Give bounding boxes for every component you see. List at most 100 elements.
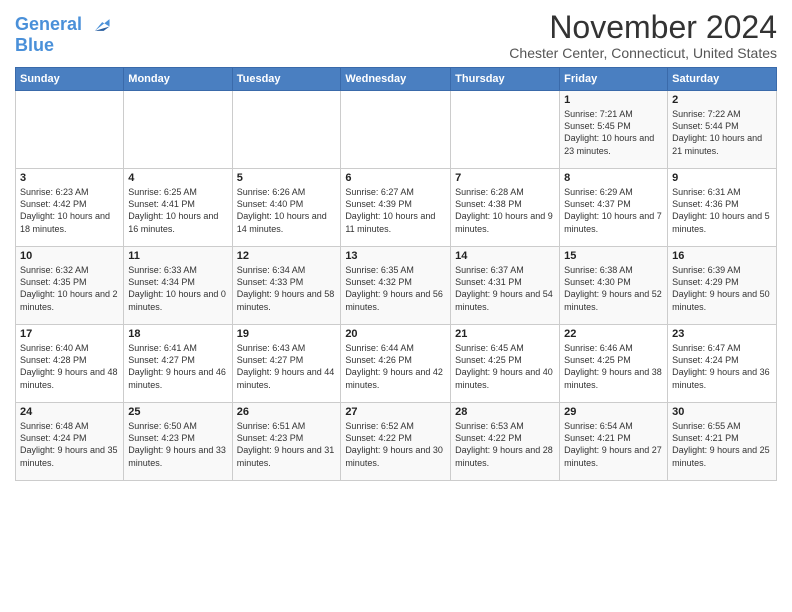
calendar-cell: 7Sunrise: 6:28 AM Sunset: 4:38 PM Daylig… bbox=[451, 169, 560, 247]
calendar-cell: 21 Sunrise: 6:45 AM Sunset: 4:25 PM Dayli… bbox=[451, 325, 560, 403]
day-info: Sunrise: 7:22 AM Sunset: 5:44 PM Dayligh… bbox=[672, 108, 772, 157]
calendar-cell: 3 Sunrise: 6:23 AM Sunset: 4:42 PM Daylig… bbox=[16, 169, 124, 247]
day-number: 14 bbox=[455, 250, 555, 262]
sub-title: Chester Center, Connecticut, United Stat… bbox=[509, 45, 777, 61]
calendar-cell: 26 Sunrise: 6:51 AM Sunset: 4:23 PM Dayli… bbox=[232, 403, 341, 481]
day-info: Sunrise: 6:35 AM Sunset: 4:32 PM Dayligh… bbox=[345, 264, 446, 313]
calendar-header-sunday: Sunday bbox=[16, 68, 124, 91]
header-area: General Blue November 2024 Chester Cente… bbox=[15, 10, 777, 61]
calendar-week-3: 17 Sunrise: 6:40 AM Sunset: 4:28 PM Dayli… bbox=[16, 325, 777, 403]
day-info: Sunrise: 6:50 AM Sunset: 4:23 PM Dayligh… bbox=[128, 420, 227, 469]
day-info: Sunrise: 6:32 AM Sunset: 4:35 PM Dayligh… bbox=[20, 264, 119, 313]
day-info: Sunrise: 6:23 AM Sunset: 4:42 PM Dayligh… bbox=[20, 186, 119, 235]
calendar-cell: 20Sunrise: 6:44 AM Sunset: 4:26 PM Dayli… bbox=[341, 325, 451, 403]
day-info: Sunrise: 6:45 AM Sunset: 4:25 PM Dayligh… bbox=[455, 342, 555, 391]
calendar-cell: 28 Sunrise: 6:53 AM Sunset: 4:22 PM Dayli… bbox=[451, 403, 560, 481]
day-number: 29 bbox=[564, 406, 663, 418]
day-info: Sunrise: 6:46 AM Sunset: 4:25 PM Dayligh… bbox=[564, 342, 663, 391]
calendar-cell: 10 Sunrise: 6:32 AM Sunset: 4:35 PM Dayli… bbox=[16, 247, 124, 325]
day-number: 19 bbox=[237, 328, 337, 340]
page: General Blue November 2024 Chester Cente… bbox=[0, 0, 792, 612]
calendar-week-1: 3 Sunrise: 6:23 AM Sunset: 4:42 PM Daylig… bbox=[16, 169, 777, 247]
day-number: 24 bbox=[20, 406, 119, 418]
calendar-cell: 19Sunrise: 6:43 AM Sunset: 4:27 PM Dayli… bbox=[232, 325, 341, 403]
day-number: 5 bbox=[237, 172, 337, 184]
day-info: Sunrise: 6:53 AM Sunset: 4:22 PM Dayligh… bbox=[455, 420, 555, 469]
calendar-cell: 11 Sunrise: 6:33 AM Sunset: 4:34 PM Dayli… bbox=[124, 247, 232, 325]
calendar-header-row: SundayMondayTuesdayWednesdayThursdayFrid… bbox=[16, 68, 777, 91]
day-info: Sunrise: 6:37 AM Sunset: 4:31 PM Dayligh… bbox=[455, 264, 555, 313]
day-info: Sunrise: 6:25 AM Sunset: 4:41 PM Dayligh… bbox=[128, 186, 227, 235]
calendar-cell: 4 Sunrise: 6:25 AM Sunset: 4:41 PM Daylig… bbox=[124, 169, 232, 247]
day-info: Sunrise: 6:33 AM Sunset: 4:34 PM Dayligh… bbox=[128, 264, 227, 313]
day-number: 25 bbox=[128, 406, 227, 418]
calendar-cell bbox=[341, 91, 451, 169]
calendar-cell: 12Sunrise: 6:34 AM Sunset: 4:33 PM Dayli… bbox=[232, 247, 341, 325]
day-number: 28 bbox=[455, 406, 555, 418]
day-number: 8 bbox=[564, 172, 663, 184]
calendar-cell bbox=[451, 91, 560, 169]
day-info: Sunrise: 6:38 AM Sunset: 4:30 PM Dayligh… bbox=[564, 264, 663, 313]
calendar-cell: 5 Sunrise: 6:26 AM Sunset: 4:40 PM Daylig… bbox=[232, 169, 341, 247]
day-number: 23 bbox=[672, 328, 772, 340]
calendar-cell: 30 Sunrise: 6:55 AM Sunset: 4:21 PM Dayli… bbox=[668, 403, 777, 481]
day-info: Sunrise: 6:41 AM Sunset: 4:27 PM Dayligh… bbox=[128, 342, 227, 391]
day-info: Sunrise: 6:52 AM Sunset: 4:22 PM Dayligh… bbox=[345, 420, 446, 469]
calendar-header-monday: Monday bbox=[124, 68, 232, 91]
calendar-cell: 17 Sunrise: 6:40 AM Sunset: 4:28 PM Dayli… bbox=[16, 325, 124, 403]
day-number: 13 bbox=[345, 250, 446, 262]
calendar-cell: 14 Sunrise: 6:37 AM Sunset: 4:31 PM Dayli… bbox=[451, 247, 560, 325]
day-info: Sunrise: 6:40 AM Sunset: 4:28 PM Dayligh… bbox=[20, 342, 119, 391]
day-info: Sunrise: 6:27 AM Sunset: 4:39 PM Dayligh… bbox=[345, 186, 446, 235]
day-info: Sunrise: 6:39 AM Sunset: 4:29 PM Dayligh… bbox=[672, 264, 772, 313]
calendar-cell: 25 Sunrise: 6:50 AM Sunset: 4:23 PM Dayli… bbox=[124, 403, 232, 481]
day-info: Sunrise: 6:47 AM Sunset: 4:24 PM Dayligh… bbox=[672, 342, 772, 391]
calendar-header-wednesday: Wednesday bbox=[341, 68, 451, 91]
logo-icon bbox=[89, 14, 111, 36]
calendar: SundayMondayTuesdayWednesdayThursdayFrid… bbox=[15, 67, 777, 481]
main-title: November 2024 bbox=[509, 10, 777, 45]
day-number: 17 bbox=[20, 328, 119, 340]
calendar-cell: 8 Sunrise: 6:29 AM Sunset: 4:37 PM Daylig… bbox=[560, 169, 668, 247]
calendar-cell: 13 Sunrise: 6:35 AM Sunset: 4:32 PM Dayli… bbox=[341, 247, 451, 325]
day-number: 27 bbox=[345, 406, 446, 418]
day-number: 7 bbox=[455, 172, 555, 184]
day-number: 30 bbox=[672, 406, 772, 418]
day-info: Sunrise: 6:31 AM Sunset: 4:36 PM Dayligh… bbox=[672, 186, 772, 235]
day-info: Sunrise: 7:21 AM Sunset: 5:45 PM Dayligh… bbox=[564, 108, 663, 157]
calendar-cell: 29 Sunrise: 6:54 AM Sunset: 4:21 PM Dayli… bbox=[560, 403, 668, 481]
calendar-cell bbox=[16, 91, 124, 169]
day-info: Sunrise: 6:48 AM Sunset: 4:24 PM Dayligh… bbox=[20, 420, 119, 469]
day-number: 10 bbox=[20, 250, 119, 262]
calendar-cell: 9Sunrise: 6:31 AM Sunset: 4:36 PM Daylig… bbox=[668, 169, 777, 247]
calendar-cell: 24 Sunrise: 6:48 AM Sunset: 4:24 PM Dayli… bbox=[16, 403, 124, 481]
day-number: 1 bbox=[564, 94, 663, 106]
calendar-cell: 27 Sunrise: 6:52 AM Sunset: 4:22 PM Dayli… bbox=[341, 403, 451, 481]
day-number: 21 bbox=[455, 328, 555, 340]
calendar-cell: 1 Sunrise: 7:21 AM Sunset: 5:45 PM Daylig… bbox=[560, 91, 668, 169]
day-number: 16 bbox=[672, 250, 772, 262]
day-number: 18 bbox=[128, 328, 227, 340]
calendar-cell: 23 Sunrise: 6:47 AM Sunset: 4:24 PM Dayli… bbox=[668, 325, 777, 403]
day-info: Sunrise: 6:29 AM Sunset: 4:37 PM Dayligh… bbox=[564, 186, 663, 235]
day-info: Sunrise: 6:44 AM Sunset: 4:26 PM Dayligh… bbox=[345, 342, 446, 391]
calendar-cell bbox=[124, 91, 232, 169]
day-info: Sunrise: 6:51 AM Sunset: 4:23 PM Dayligh… bbox=[237, 420, 337, 469]
day-info: Sunrise: 6:26 AM Sunset: 4:40 PM Dayligh… bbox=[237, 186, 337, 235]
day-number: 26 bbox=[237, 406, 337, 418]
logo-text: General bbox=[15, 14, 111, 36]
calendar-header-saturday: Saturday bbox=[668, 68, 777, 91]
day-number: 11 bbox=[128, 250, 227, 262]
day-number: 3 bbox=[20, 172, 119, 184]
day-info: Sunrise: 6:55 AM Sunset: 4:21 PM Dayligh… bbox=[672, 420, 772, 469]
calendar-cell bbox=[232, 91, 341, 169]
calendar-cell: 16 Sunrise: 6:39 AM Sunset: 4:29 PM Dayli… bbox=[668, 247, 777, 325]
calendar-cell: 2 Sunrise: 7:22 AM Sunset: 5:44 PM Daylig… bbox=[668, 91, 777, 169]
day-info: Sunrise: 6:54 AM Sunset: 4:21 PM Dayligh… bbox=[564, 420, 663, 469]
logo-line2: Blue bbox=[15, 36, 111, 56]
calendar-week-4: 24 Sunrise: 6:48 AM Sunset: 4:24 PM Dayli… bbox=[16, 403, 777, 481]
day-number: 15 bbox=[564, 250, 663, 262]
logo: General Blue bbox=[15, 14, 111, 56]
day-number: 4 bbox=[128, 172, 227, 184]
day-number: 2 bbox=[672, 94, 772, 106]
